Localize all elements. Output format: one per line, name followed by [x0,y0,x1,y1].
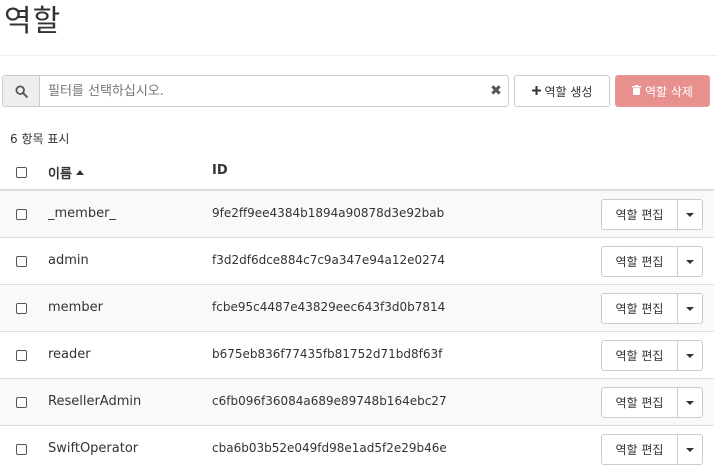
chevron-down-icon [686,259,694,264]
table-header: 이름 ID [0,150,714,191]
row-actions-dropdown[interactable] [678,340,703,371]
page-title: 역할 [4,4,62,39]
table-row: SwiftOperator cba6b03b52e049fd98e1ad5f2e… [0,426,714,471]
trash-icon [632,84,641,98]
column-header-name[interactable]: 이름 [48,163,84,182]
edit-role-button[interactable]: 역할 편집 [601,246,678,277]
edit-role-button[interactable]: 역할 편집 [601,293,678,324]
role-name: admin [48,253,89,268]
role-id: b675eb836f77435fb81752d71bd8f63f [212,347,443,361]
row-checkbox[interactable] [16,303,27,314]
table-row: reader b675eb836f77435fb81752d71bd8f63f … [0,332,714,379]
search-icon [3,76,40,106]
row-checkbox[interactable] [16,350,27,361]
close-icon[interactable]: ✖ [484,76,508,106]
role-name: SwiftOperator [48,441,139,456]
row-actions: 역할 편집 [601,340,703,371]
row-actions-dropdown[interactable] [678,293,703,324]
edit-role-button[interactable]: 역할 편집 [601,340,678,371]
row-actions: 역할 편집 [601,199,703,230]
role-id: cba6b03b52e049fd98e1ad5f2e29b46e [212,441,447,455]
delete-roles-label: 역할 삭제 [645,84,693,99]
row-checkbox[interactable] [16,444,27,455]
title-divider [0,55,717,56]
role-name: ResellerAdmin [48,394,142,409]
filter-input[interactable] [40,76,484,106]
chevron-down-icon [686,306,694,311]
create-role-button[interactable]: 역할 생성 [514,75,610,107]
edit-role-button[interactable]: 역할 편집 [601,199,678,230]
delete-roles-button[interactable]: 역할 삭제 [615,75,710,107]
chevron-down-icon [686,212,694,217]
row-actions-dropdown[interactable] [678,434,703,465]
table-row: member fcbe95c4487e43829eec643f3d0b7814 … [0,285,714,332]
row-actions: 역할 편집 [601,387,703,418]
row-checkbox[interactable] [16,256,27,267]
role-id: c6fb096f36084a689e89748b164ebc27 [212,394,447,408]
row-checkbox[interactable] [16,397,27,408]
edit-role-button[interactable]: 역할 편집 [601,387,678,418]
role-name: member [48,300,103,315]
role-id: fcbe95c4487e43829eec643f3d0b7814 [212,300,446,314]
row-actions-dropdown[interactable] [678,387,703,418]
create-role-label: 역할 생성 [544,84,593,99]
chevron-down-icon [686,400,694,405]
table-row: ResellerAdmin c6fb096f36084a689e89748b16… [0,379,714,426]
row-actions: 역할 편집 [601,434,703,465]
role-id: 9fe2ff9ee4384b1894a90878d3e92bab [212,206,445,220]
edit-role-button[interactable]: 역할 편집 [601,434,678,465]
filter-group: ✖ [2,75,509,107]
role-name: reader [48,347,91,362]
table-row: admin f3d2df6dce884c7c9a347e94a12e0274 역… [0,238,714,285]
row-actions-dropdown[interactable] [678,199,703,230]
role-id: f3d2df6dce884c7c9a347e94a12e0274 [212,253,446,267]
row-actions: 역할 편집 [601,293,703,324]
column-header-id: ID [212,163,228,178]
plus-icon [531,84,541,98]
row-actions: 역할 편집 [601,246,703,277]
row-actions-dropdown[interactable] [678,246,703,277]
row-checkbox[interactable] [16,209,27,220]
chevron-down-icon [686,353,694,358]
select-all-checkbox[interactable] [16,167,27,178]
table-row: _member_ 9fe2ff9ee4384b1894a90878d3e92ba… [0,191,714,238]
chevron-down-icon [686,447,694,452]
item-count: 6 항목 표시 [10,132,70,146]
sort-ascending-icon [75,170,84,175]
roles-table: 이름 ID _member_ 9fe2ff9ee4384b1894a90878d… [0,150,714,471]
role-name: _member_ [48,206,116,221]
